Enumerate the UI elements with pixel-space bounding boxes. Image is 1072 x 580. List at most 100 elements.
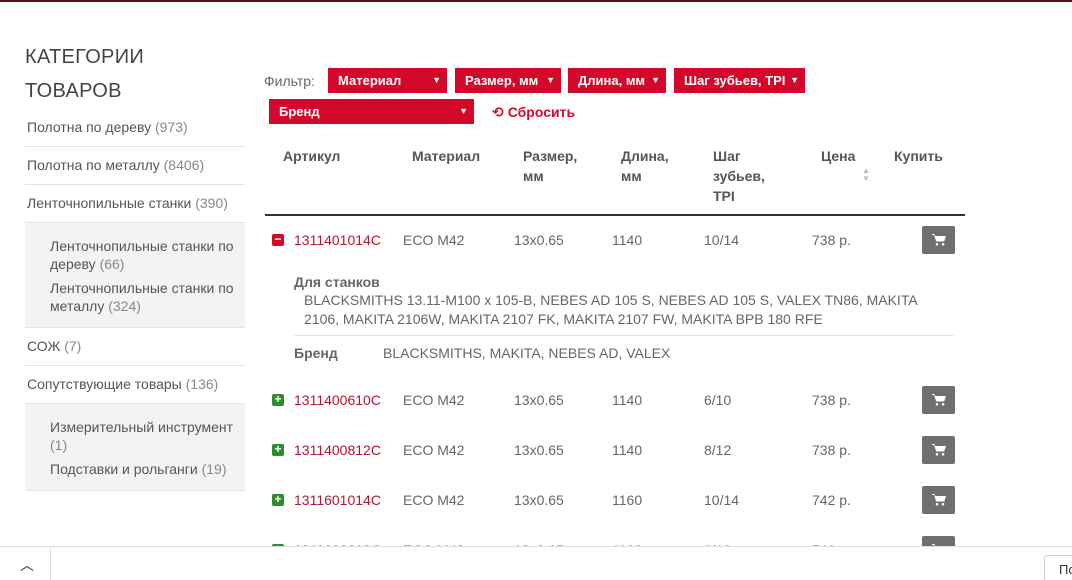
tpi-dropdown-label: Шаг зубьев, TPI: [684, 73, 786, 88]
categories-sidebar: КАТЕГОРИИ ТОВАРОВ Полотна по дереву (973…: [25, 40, 245, 491]
subcategory-label: Измерительный инструмент: [50, 419, 234, 435]
sidebar-title-line1: КАТЕГОРИИ: [25, 46, 145, 68]
category-label: Полотна по металлу: [27, 157, 160, 173]
add-to-cart-button[interactable]: [922, 486, 955, 514]
header-length[interactable]: Длина, мм: [621, 146, 669, 186]
header-material[interactable]: Материал: [412, 146, 480, 166]
sidebar-title: КАТЕГОРИИ ТОВАРОВ: [25, 40, 245, 108]
subcategory-box-machines: Ленточнопильные станки по дереву (66) Ле…: [25, 223, 245, 328]
subcategory-label: Ленточнопильные станки по металлу: [50, 280, 234, 314]
article-link[interactable]: 1311401014C: [294, 232, 381, 248]
cell-material: ECO M42: [403, 392, 465, 408]
length-dropdown-label: Длина, мм: [578, 73, 646, 88]
size-dropdown-label: Размер, мм: [465, 73, 539, 88]
collapse-icon[interactable]: −: [272, 233, 284, 246]
brand-text: BLACKSMITHS, MAKITA, NEBES AD, VALEX: [383, 345, 671, 361]
brand-dropdown-label: Бренд: [279, 104, 320, 119]
category-label: Сопутствующие товары: [27, 376, 182, 392]
cell-size: 13x0.65: [514, 392, 564, 408]
cell-tpi: 10/14: [704, 492, 740, 508]
length-dropdown[interactable]: Длина, мм ▼: [568, 68, 666, 93]
sort-icon[interactable]: ▲ ▼: [862, 167, 870, 183]
cart-icon: [932, 394, 946, 406]
reset-icon: ⟲: [492, 104, 504, 120]
reset-label: Сбросить: [507, 104, 576, 120]
tpi-dropdown[interactable]: Шаг зубьев, TPI ▼: [674, 68, 805, 93]
header-length-line1: Длина,: [621, 148, 669, 164]
filter-label: Фильтр:: [264, 73, 315, 89]
article-link[interactable]: 1311400610C: [294, 392, 381, 408]
cell-price: 742 р.: [812, 492, 851, 508]
category-count: (973): [154, 119, 188, 135]
chevron-down-icon: ▼: [459, 106, 468, 116]
header-tpi-line3: TPI: [713, 188, 735, 204]
article-link[interactable]: 1311601014C: [294, 492, 381, 508]
add-to-cart-button[interactable]: [922, 226, 955, 254]
top-accent-bar: [0, 0, 1072, 2]
table-row: + 1311400610C ECO M42 13x0.65 1140 6/10 …: [265, 386, 965, 416]
header-tpi-line2: зубьев,: [713, 168, 765, 184]
cart-icon: [932, 444, 946, 456]
expand-icon[interactable]: +: [272, 393, 284, 406]
subcategory-count: (1): [50, 437, 68, 453]
details-divider: [294, 335, 954, 336]
subcategory-count: (66): [99, 256, 125, 272]
bottom-right-button[interactable]: По: [1044, 555, 1072, 580]
cell-length: 1140: [612, 442, 643, 458]
subcategory-label: Подставки и рольганги: [50, 461, 198, 477]
category-metal-blades[interactable]: Полотна по металлу (8406): [25, 147, 245, 185]
category-wood-blades[interactable]: Полотна по дереву (973): [25, 109, 245, 147]
chevron-down-icon: ▼: [790, 75, 799, 85]
add-to-cart-button[interactable]: [922, 436, 955, 464]
expand-icon[interactable]: +: [272, 493, 284, 506]
cell-price: 738 р.: [812, 442, 851, 458]
cell-material: ECO M42: [403, 492, 465, 508]
chevron-down-icon: ▼: [546, 75, 555, 85]
cell-tpi: 6/10: [704, 392, 732, 408]
row-details: Для станков BLACKSMITHS 13.11-M100 x 105…: [294, 274, 954, 365]
chevron-down-icon: ▼: [651, 75, 660, 85]
cell-material: ECO M42: [403, 442, 465, 458]
subcategory-stands[interactable]: Подставки и рольганги (19): [50, 460, 235, 478]
brand-label: Бренд: [294, 345, 338, 361]
header-length-line2: мм: [621, 168, 642, 184]
article-link[interactable]: 1311400812C: [294, 442, 381, 458]
chevron-up-icon: ︿: [20, 557, 34, 573]
subcategory-count: (19): [201, 461, 227, 477]
reset-filter-button[interactable]: ⟲ Сбросить: [492, 104, 575, 121]
cell-tpi: 8/12: [704, 442, 732, 458]
header-article[interactable]: Артикул: [283, 146, 340, 166]
category-count: (8406): [163, 157, 205, 173]
cell-size: 13x0.65: [514, 232, 564, 248]
cell-size: 13x0.65: [514, 492, 564, 508]
table-header: Артикул Материал Размер, мм Длина, мм Ша…: [265, 140, 965, 216]
cell-price: 738 р.: [812, 232, 851, 248]
brand-dropdown[interactable]: Бренд ▼: [269, 99, 474, 124]
header-buy: Купить: [894, 148, 943, 164]
add-to-cart-button[interactable]: [922, 386, 955, 414]
category-bandsaw-machines[interactable]: Ленточнопильные станки (390): [25, 185, 245, 223]
subcategory-wood-machines[interactable]: Ленточнопильные станки по дереву (66): [50, 237, 235, 273]
material-dropdown[interactable]: Материал ▼: [328, 68, 447, 93]
cell-length: 1140: [612, 392, 643, 408]
header-tpi[interactable]: Шаг зубьев, TPI: [713, 146, 765, 206]
cell-price: 738 р.: [812, 392, 851, 408]
category-accessories[interactable]: Сопутствующие товары (136): [25, 366, 245, 404]
scroll-up-button[interactable]: ︿: [0, 547, 51, 580]
subcategory-metal-machines[interactable]: Ленточнопильные станки по металлу (324): [50, 279, 235, 315]
category-label: Полотна по дереву: [27, 119, 152, 135]
chevron-down-icon: ▼: [432, 75, 441, 85]
header-price[interactable]: Цена: [821, 146, 855, 166]
category-label: Ленточнопильные станки: [27, 195, 192, 211]
subcategory-count: (324): [108, 298, 141, 314]
expand-icon[interactable]: +: [272, 443, 284, 456]
subcategory-box-accessories: Измерительный инструмент (1) Подставки и…: [25, 404, 245, 491]
header-size[interactable]: Размер, мм: [523, 146, 577, 186]
subcategory-measuring-tools[interactable]: Измерительный инструмент (1): [50, 418, 235, 454]
cell-material: ECO M42: [403, 232, 465, 248]
cell-tpi: 10/14: [704, 232, 740, 248]
cell-length: 1160: [612, 492, 643, 508]
brand-row: Бренд BLACKSMITHS, MAKITA, NEBES AD, VAL…: [294, 345, 954, 365]
size-dropdown[interactable]: Размер, мм ▼: [455, 68, 561, 93]
category-coolant[interactable]: СОЖ (7): [25, 328, 245, 366]
